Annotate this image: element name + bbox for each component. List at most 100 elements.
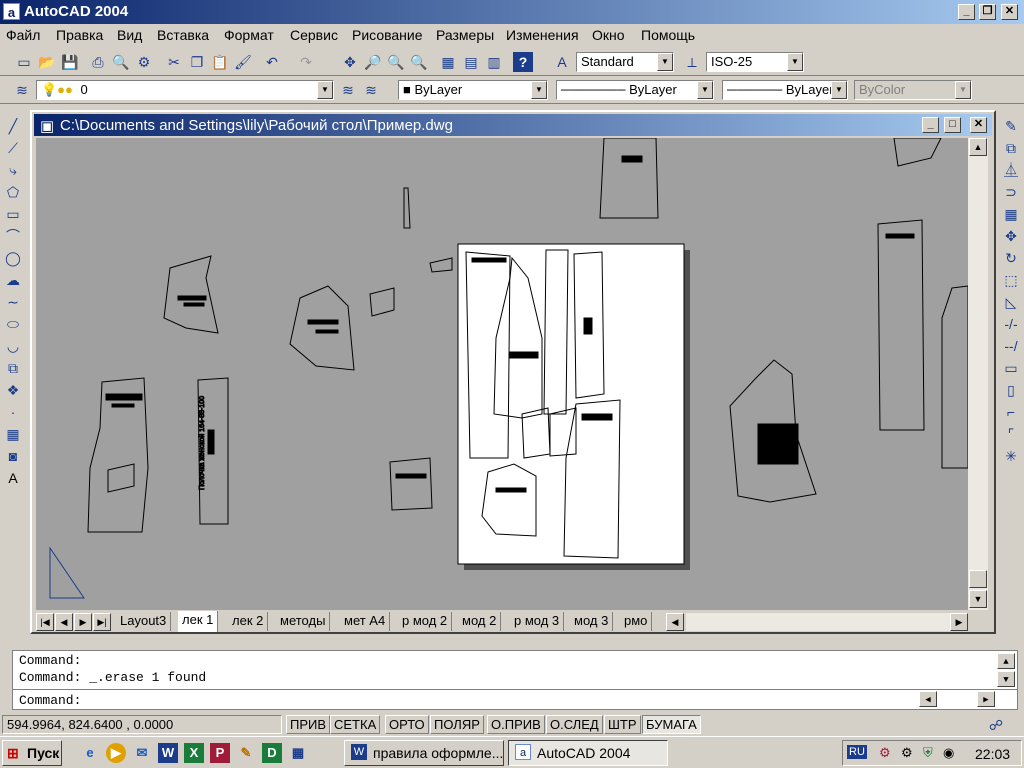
- explode-icon[interactable]: ✳: [1001, 446, 1021, 466]
- undo-icon[interactable]: ↶: [262, 52, 282, 72]
- scroll-up-button[interactable]: ▲: [969, 138, 987, 156]
- show-desktop-icon[interactable]: ▦: [288, 743, 308, 763]
- app-titlebar[interactable]: a AutoCAD 2004 _ ❐ ✕: [0, 0, 1024, 24]
- erase-icon[interactable]: ✎: [1001, 116, 1021, 136]
- layer-select[interactable]: 💡●● 0 ▼: [36, 80, 334, 100]
- tab-r-mod-2[interactable]: р мод 2: [398, 612, 453, 631]
- mirror-icon[interactable]: ⏅: [1001, 160, 1021, 180]
- menu-help[interactable]: Помощь: [641, 27, 695, 43]
- tool-palettes-icon[interactable]: ▥: [484, 52, 504, 72]
- ie-quicklaunch-icon[interactable]: e: [80, 743, 100, 763]
- chevron-down-icon[interactable]: ▼: [531, 81, 547, 99]
- command-hscroll-left[interactable]: ◀: [919, 691, 937, 707]
- outlook-quicklaunch-icon[interactable]: ✉: [132, 743, 152, 763]
- powerpoint-quicklaunch-icon[interactable]: P: [210, 743, 230, 763]
- offset-icon[interactable]: ⊃: [1001, 182, 1021, 202]
- ellipse-icon[interactable]: ⬭: [3, 314, 23, 334]
- polyline-icon[interactable]: ⤷: [3, 160, 23, 180]
- zoom-realtime-icon[interactable]: 🔎: [363, 52, 383, 72]
- close-button[interactable]: ✕: [1001, 4, 1018, 20]
- make-block-icon[interactable]: ❖: [3, 380, 23, 400]
- help-icon[interactable]: ?: [513, 52, 533, 72]
- visio-quicklaunch-icon[interactable]: D: [262, 743, 282, 763]
- autocad-app-icon[interactable]: a: [3, 3, 20, 20]
- communication-center-icon[interactable]: ☍: [986, 715, 1006, 735]
- paste-icon[interactable]: 📋: [210, 52, 230, 72]
- color-select[interactable]: ■ ByLayer ▼: [398, 80, 548, 100]
- menu-draw[interactable]: Рисование: [352, 27, 423, 43]
- chevron-down-icon[interactable]: ▼: [697, 81, 713, 99]
- tray-app-icon[interactable]: ⚙: [879, 745, 891, 761]
- zoom-window-icon[interactable]: 🔍: [386, 52, 406, 72]
- text-style-icon[interactable]: A: [552, 52, 572, 72]
- copy-icon[interactable]: ❐: [187, 52, 207, 72]
- cut-icon[interactable]: ✂: [164, 52, 184, 72]
- word-quicklaunch-icon[interactable]: W: [158, 743, 178, 763]
- insert-block-icon[interactable]: ⧉: [3, 358, 23, 378]
- revision-cloud-icon[interactable]: ☁: [3, 270, 23, 290]
- tab-met-a4[interactable]: мет А4: [340, 612, 391, 631]
- menu-view[interactable]: Вид: [117, 27, 142, 43]
- excel-quicklaunch-icon[interactable]: X: [184, 743, 204, 763]
- chamfer-icon[interactable]: ⌐: [1001, 402, 1021, 422]
- task-autocad[interactable]: a AutoCAD 2004: [508, 740, 668, 766]
- media-player-icon[interactable]: ▶: [106, 743, 126, 763]
- drawing-maximize-button[interactable]: □: [944, 117, 961, 133]
- drawing-close-button[interactable]: ✕: [970, 117, 987, 133]
- construction-line-icon[interactable]: ⟋: [3, 138, 23, 158]
- array-icon[interactable]: ▦: [1001, 204, 1021, 224]
- coordinates-readout[interactable]: 594.9964, 824.6400 , 0.0000: [2, 715, 282, 734]
- text-style-select[interactable]: Standard ▼: [576, 52, 674, 72]
- fillet-icon[interactable]: ⌜: [1001, 424, 1021, 444]
- dim-style-icon[interactable]: ⟂: [682, 52, 702, 72]
- menu-file[interactable]: Файл: [6, 27, 40, 43]
- lweight-toggle[interactable]: ШТР: [604, 715, 641, 734]
- command-scroll-up[interactable]: ▲: [997, 653, 1015, 669]
- menu-insert[interactable]: Вставка: [157, 27, 209, 43]
- make-object-layer-current-icon[interactable]: ≋: [338, 80, 358, 100]
- publish-icon[interactable]: ⚙: [134, 52, 154, 72]
- drawing-titlebar[interactable]: ▣ C:\Documents and Settings\lily\Рабочий…: [34, 114, 992, 136]
- zoom-previous-icon[interactable]: 🔍: [409, 52, 429, 72]
- print-preview-icon[interactable]: 🔍: [111, 52, 131, 72]
- tab-lek-1[interactable]: лек 1: [178, 611, 219, 632]
- grid-toggle[interactable]: СЕТКА: [330, 715, 381, 734]
- arc-icon[interactable]: ⌒: [3, 226, 23, 246]
- minimize-button[interactable]: _: [958, 4, 975, 20]
- tab-lek-2[interactable]: лек 2: [228, 612, 269, 631]
- polar-toggle[interactable]: ПОЛЯР: [430, 715, 484, 734]
- extend-icon[interactable]: --/: [1001, 336, 1021, 356]
- spline-icon[interactable]: ∼: [3, 292, 23, 312]
- tab-first-button[interactable]: |◀: [36, 613, 54, 631]
- drawing-minimize-button[interactable]: _: [922, 117, 939, 133]
- command-prompt[interactable]: Command:: [19, 693, 81, 708]
- language-indicator[interactable]: RU: [847, 745, 867, 759]
- menu-edit[interactable]: Правка: [56, 27, 103, 43]
- chevron-down-icon[interactable]: ▼: [657, 53, 673, 71]
- command-scroll-down[interactable]: ▼: [997, 671, 1015, 687]
- multiline-text-icon[interactable]: A: [3, 468, 23, 488]
- tab-mod-3[interactable]: мод 3: [570, 612, 614, 631]
- tray-antivirus-icon[interactable]: ⛨: [923, 745, 933, 761]
- tab-next-button[interactable]: ▶: [74, 613, 92, 631]
- point-icon[interactable]: ·: [3, 402, 23, 422]
- scale-icon[interactable]: ⬚: [1001, 270, 1021, 290]
- hatch-icon[interactable]: ▦: [3, 424, 23, 444]
- rotate-icon[interactable]: ↻: [1001, 248, 1021, 268]
- line-icon[interactable]: ╱: [3, 116, 23, 136]
- tab-metody[interactable]: методы: [276, 612, 331, 631]
- properties-icon[interactable]: ▦: [438, 52, 458, 72]
- break-at-point-icon[interactable]: ▭: [1001, 358, 1021, 378]
- move-icon[interactable]: ✥: [1001, 226, 1021, 246]
- rectangle-icon[interactable]: ▭: [3, 204, 23, 224]
- snap-toggle[interactable]: ПРИВ: [286, 715, 331, 734]
- scroll-down-button[interactable]: ▼: [969, 590, 987, 608]
- menu-format[interactable]: Формат: [224, 27, 274, 43]
- pan-icon[interactable]: ✥: [340, 52, 360, 72]
- tab-rmo[interactable]: рмо: [620, 612, 653, 631]
- paper-toggle[interactable]: БУМАГА: [642, 715, 701, 734]
- print-icon[interactable]: ⎙: [88, 52, 108, 72]
- tab-mod-2[interactable]: мод 2: [458, 612, 502, 631]
- layer-manager-icon[interactable]: ≋: [12, 80, 32, 100]
- lineweight-select[interactable]: ────── ByLayer ▼: [722, 80, 848, 100]
